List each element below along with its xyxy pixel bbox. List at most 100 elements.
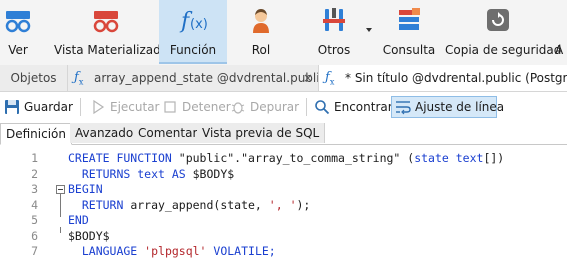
sql-keyword: state text — [414, 151, 484, 165]
ribbon-button-ver[interactable]: Ver — [0, 0, 36, 64]
ribbon-label-a: A — [555, 43, 564, 57]
definition-subtabs: Definición Avanzado Comentar Vista previ… — [0, 123, 567, 145]
sql-keyword: RETURN — [68, 197, 131, 212]
function-icon: f (x) — [179, 9, 207, 34]
materialized-view-icon — [93, 11, 119, 33]
ejecutar-label: Ejecutar — [110, 100, 160, 114]
tab-title: * Sin título @dvdrental.public (PostgreS… — [345, 71, 567, 85]
role-user-icon — [253, 9, 269, 33]
sql-code-editor[interactable]: 1 CREATE FUNCTION "public"."array_to_comm… — [0, 145, 567, 260]
line-number: 2 — [31, 166, 38, 181]
ajuste-de-linea-label: Ajuste de línea — [415, 100, 505, 114]
document-tab-strip: Objetos ƒx array_append_state @dvdrental… — [0, 65, 567, 92]
svg-text:(x): (x) — [190, 17, 207, 32]
code-line[interactable]: 6 $BODY$ — [0, 229, 567, 245]
ribbon-label-vista-materializada: Vista Materializada — [54, 43, 169, 57]
word-wrap-icon — [396, 101, 411, 115]
sql-keyword: LANGUAGE — [68, 244, 145, 258]
code-line[interactable]: 2 RETURNS text AS $BODY$ — [0, 167, 567, 183]
tab-avanzado[interactable]: Avanzado — [70, 123, 140, 143]
line-number: 7 — [31, 244, 38, 258]
toolbar-divider — [306, 98, 307, 116]
tab-sin-titulo[interactable]: ƒx * Sin título @dvdrental.public (Postg… — [319, 65, 567, 91]
toolbar-divider — [80, 98, 81, 116]
sql-token: ); — [296, 197, 311, 212]
ajuste-de-linea-toggle[interactable]: Ajuste de línea — [391, 96, 504, 118]
otros-dropdown-arrow-icon[interactable] — [366, 28, 372, 32]
code-text: CREATE FUNCTION "public"."array_to_comma… — [68, 151, 504, 165]
debug-bug-icon — [231, 102, 245, 114]
backup-icon — [487, 9, 509, 31]
sql-keyword: BEGIN — [68, 182, 103, 196]
code-line[interactable]: 1 CREATE FUNCTION "public"."array_to_comm… — [0, 151, 567, 167]
fold-collapse-icon[interactable] — [56, 185, 65, 194]
encontrar-button[interactable]: Encontrar — [314, 97, 393, 117]
views-icon — [5, 11, 31, 33]
depurar-label: Depurar — [250, 100, 300, 114]
detener-button[interactable]: Detener — [162, 97, 231, 117]
depurar-button[interactable]: Depurar — [230, 97, 300, 117]
tab-array-append-state[interactable]: ƒx array_append_state @dvdrental.public … — [68, 65, 319, 91]
line-number: 1 — [31, 151, 38, 165]
detener-label: Detener — [182, 100, 231, 114]
ribbon-label-otros: Otros — [317, 43, 351, 57]
sql-keyword: VOLATILE; — [206, 244, 276, 258]
ribbon-button-rol[interactable]: Rol — [236, 0, 286, 64]
line-number: 3 — [31, 182, 38, 196]
ribbon-button-consulta[interactable]: Consulta — [378, 0, 440, 64]
code-text: BEGIN — [68, 182, 103, 196]
close-icon[interactable]: × — [303, 65, 313, 91]
line-number: 6 — [31, 228, 38, 243]
tab-title: array_append_state @dvdrental.public (..… — [94, 71, 319, 85]
sql-token: "public"."array_to_comma_string" ( — [178, 151, 415, 165]
code-text: LANGUAGE 'plpgsql' VOLATILE; — [68, 244, 276, 258]
code-line[interactable]: 7 LANGUAGE 'plpgsql' VOLATILE; — [0, 244, 567, 260]
ribbon-button-funcion[interactable]: f (x) Función — [159, 0, 227, 64]
sql-token: []) — [483, 151, 505, 165]
ribbon-label-consulta: Consulta — [382, 43, 436, 57]
code-text: RETURN array_append(state, ', '); — [68, 197, 311, 212]
sql-string: 'plpgsql' — [144, 244, 207, 258]
ribbon-label-copia-de-seguridad: Copia de seguridad — [445, 43, 562, 57]
tools-icon — [323, 8, 345, 31]
tab-vista-previa-sql[interactable]: Vista previa de SQL — [197, 123, 326, 143]
ribbon-button-a[interactable]: A — [555, 0, 567, 64]
ribbon-toolbar: Ver Vista Materializada f (x) Función Ro… — [0, 0, 567, 65]
ribbon-button-copia-de-seguridad[interactable]: Copia de seguridad — [445, 0, 562, 64]
ribbon-button-otros[interactable]: Otros — [304, 0, 364, 64]
query-icon — [399, 8, 420, 30]
sql-keyword: END — [68, 213, 89, 227]
code-line[interactable]: 5 END — [0, 213, 567, 229]
code-text: $BODY$ — [68, 229, 110, 243]
search-icon — [315, 100, 330, 115]
tab-comentar[interactable]: Comentar — [133, 123, 204, 143]
sql-token: $BODY$ — [192, 166, 235, 181]
editor-toolbar: Guardar Ejecutar Detener Depurar Encontr… — [0, 92, 567, 122]
ribbon-label-rol: Rol — [251, 43, 271, 57]
encontrar-label: Encontrar — [334, 100, 393, 114]
save-icon — [5, 100, 19, 114]
code-line[interactable]: 4 RETURN array_append(state, ', '); — [0, 198, 567, 214]
sql-token: $BODY$ — [68, 228, 110, 243]
code-text: RETURNS text AS $BODY$ — [68, 167, 234, 181]
tab-definicion[interactable]: Definición — [0, 123, 72, 145]
guardar-label: Guardar — [24, 100, 73, 114]
function-icon: ƒx — [74, 70, 84, 87]
sql-string: ', ' — [268, 197, 297, 212]
ejecutar-button[interactable]: Ejecutar — [90, 97, 160, 117]
ribbon-label-ver: Ver — [8, 43, 28, 57]
ribbon-button-vista-materializada[interactable]: Vista Materializada — [54, 0, 169, 64]
play-icon — [93, 99, 105, 115]
tab-objetos[interactable]: Objetos — [0, 65, 68, 91]
function-icon: ƒx — [325, 70, 335, 87]
sql-token: array_append(state, — [130, 197, 269, 212]
stop-icon — [164, 101, 176, 113]
ribbon-label-funcion: Función — [169, 43, 217, 57]
sql-keyword: RETURNS text AS — [68, 166, 193, 181]
code-text: END — [68, 213, 89, 227]
sql-keyword: CREATE FUNCTION — [68, 151, 179, 165]
guardar-button[interactable]: Guardar — [4, 97, 73, 117]
code-line[interactable]: 3 BEGIN — [0, 182, 567, 198]
line-number: 4 — [31, 197, 38, 212]
line-number: 5 — [31, 213, 38, 227]
